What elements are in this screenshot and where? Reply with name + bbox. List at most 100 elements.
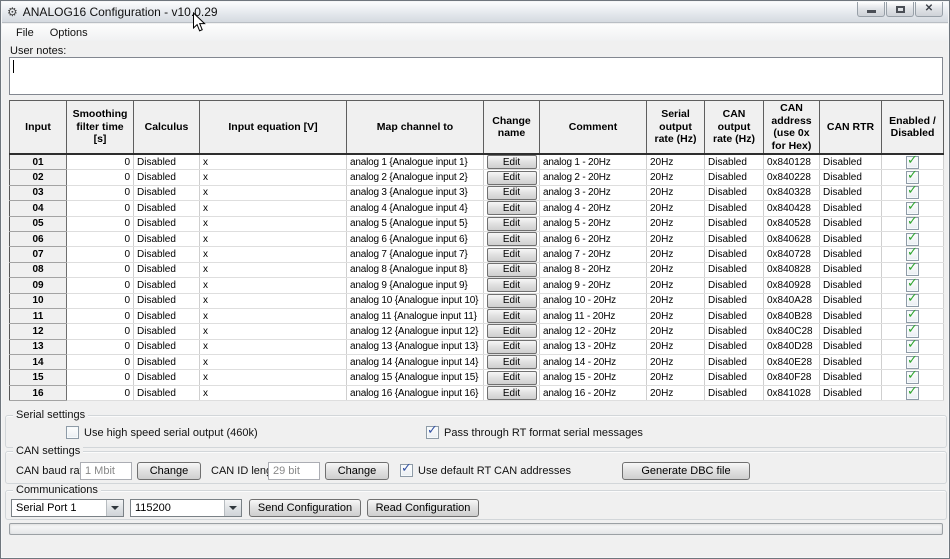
edit-button[interactable]: Edit [487,355,537,369]
enabled-checkbox[interactable]: ✓ [906,263,919,276]
smoothing-filter-cell: 0 [67,247,134,262]
high-speed-serial-checkbox[interactable]: ✓ [66,426,79,439]
calculus-cell: Disabled [134,308,200,323]
enabled-checkbox[interactable]: ✓ [906,248,919,261]
edit-button[interactable]: Edit [487,248,537,262]
enabled-checkbox[interactable]: ✓ [906,325,919,338]
enabled-checkbox[interactable]: ✓ [906,387,919,400]
map-channel-cell: analog 6 {Analogue input 6} [347,231,484,246]
can-rtr-cell: Disabled [820,385,882,400]
input-number-cell: 07 [10,247,67,262]
calculus-cell: Disabled [134,370,200,385]
serial-port-value: Serial Port 1 [12,502,106,514]
enabled-checkbox[interactable]: ✓ [906,371,919,384]
communications-group: Communications Serial Port 1 115200 Send… [5,490,947,520]
enabled-checkbox[interactable]: ✓ [906,310,919,323]
edit-button[interactable]: Edit [487,186,537,200]
enabled-checkbox[interactable]: ✓ [906,233,919,246]
can-id-change-button[interactable]: Change [325,462,389,480]
change-name-cell: Edit [484,154,540,170]
minimize-icon [867,10,876,13]
map-channel-cell: analog 8 {Analogue input 8} [347,262,484,277]
edit-button[interactable]: Edit [487,386,537,400]
can-baud-change-button[interactable]: Change [137,462,201,480]
enabled-checkbox[interactable]: ✓ [906,171,919,184]
maximize-button[interactable] [886,2,914,17]
smoothing-filter-cell: 0 [67,278,134,293]
check-icon: ✓ [427,424,438,437]
comment-cell: analog 1 - 20Hz [540,154,647,170]
calculus-cell: Disabled [134,154,200,170]
input-number-cell: 03 [10,185,67,200]
edit-button[interactable]: Edit [487,171,537,185]
enabled-cell: ✓ [882,339,944,354]
edit-button[interactable]: Edit [487,217,537,231]
serial-output-rate-cell: 20Hz [647,185,705,200]
enabled-checkbox[interactable]: ✓ [906,186,919,199]
menu-file[interactable]: File [9,26,41,40]
serial-output-rate-cell: 20Hz [647,339,705,354]
menu-options[interactable]: Options [43,26,95,40]
enabled-checkbox[interactable]: ✓ [906,356,919,369]
can-baud-rate-input[interactable]: 1 Mbit [80,462,132,480]
table-row: 06 0 Disabled x analog 6 {Analogue input… [10,231,944,246]
smoothing-filter-cell: 0 [67,385,134,400]
read-configuration-button[interactable]: Read Configuration [367,499,479,517]
send-configuration-button[interactable]: Send Configuration [249,499,361,517]
edit-button[interactable]: Edit [487,371,537,385]
enabled-checkbox[interactable]: ✓ [906,279,919,292]
enabled-checkbox[interactable]: ✓ [906,202,919,215]
input-number-cell: 13 [10,339,67,354]
can-id-length-input[interactable]: 29 bit [268,462,320,480]
edit-button[interactable]: Edit [487,278,537,292]
serial-output-rate-cell: 20Hz [647,262,705,277]
input-number-cell: 12 [10,324,67,339]
change-name-cell: Edit [484,216,540,231]
edit-button[interactable]: Edit [487,201,537,215]
enabled-checkbox[interactable]: ✓ [906,156,919,169]
can-address-cell: 0x840228 [764,170,820,185]
input-equation-cell: x [200,324,347,339]
table-row: 07 0 Disabled x analog 7 {Analogue input… [10,247,944,262]
edit-button[interactable]: Edit [487,232,537,246]
generate-dbc-button[interactable]: Generate DBC file [622,462,750,480]
baud-rate-select[interactable]: 115200 [130,499,242,517]
check-icon: ✓ [907,247,918,259]
header-input: Input [10,101,67,155]
edit-button[interactable]: Edit [487,263,537,277]
can-output-rate-cell: Disabled [705,154,764,170]
edit-button[interactable]: Edit [487,294,537,308]
serial-output-rate-cell: 20Hz [647,201,705,216]
enabled-cell: ✓ [882,154,944,170]
serial-port-select[interactable]: Serial Port 1 [11,499,124,517]
input-equation-cell: x [200,308,347,323]
serial-output-rate-cell: 20Hz [647,355,705,370]
check-icon: ✓ [907,154,918,167]
progress-bar [9,523,943,535]
minimize-button[interactable] [857,2,885,17]
chevron-down-icon[interactable] [224,500,241,516]
title-bar[interactable]: ⚙ ANALOG16 Configuration - v10.0.29 ✕ [2,2,948,23]
can-address-cell: 0x840428 [764,201,820,216]
user-notes-input[interactable] [9,57,943,95]
enabled-checkbox[interactable]: ✓ [906,340,919,353]
can-address-cell: 0x841028 [764,385,820,400]
table-row: 13 0 Disabled x analog 13 {Analogue inpu… [10,339,944,354]
input-equation-cell: x [200,170,347,185]
enabled-checkbox[interactable]: ✓ [906,294,919,307]
edit-button[interactable]: Edit [487,324,537,338]
close-button[interactable]: ✕ [915,2,943,17]
chevron-down-icon[interactable] [106,500,123,516]
edit-button[interactable]: Edit [487,309,537,323]
enabled-checkbox[interactable]: ✓ [906,217,919,230]
change-name-cell: Edit [484,324,540,339]
map-channel-cell: analog 12 {Analogue input 12} [347,324,484,339]
edit-button[interactable]: Edit [487,340,537,354]
use-default-rt-can-checkbox[interactable]: ✓ [400,464,413,477]
can-address-cell: 0x840628 [764,231,820,246]
smoothing-filter-cell: 0 [67,339,134,354]
comment-cell: analog 6 - 20Hz [540,231,647,246]
edit-button[interactable]: Edit [487,155,537,169]
pass-through-checkbox[interactable]: ✓ [426,426,439,439]
menu-bar: File Options [2,24,948,41]
